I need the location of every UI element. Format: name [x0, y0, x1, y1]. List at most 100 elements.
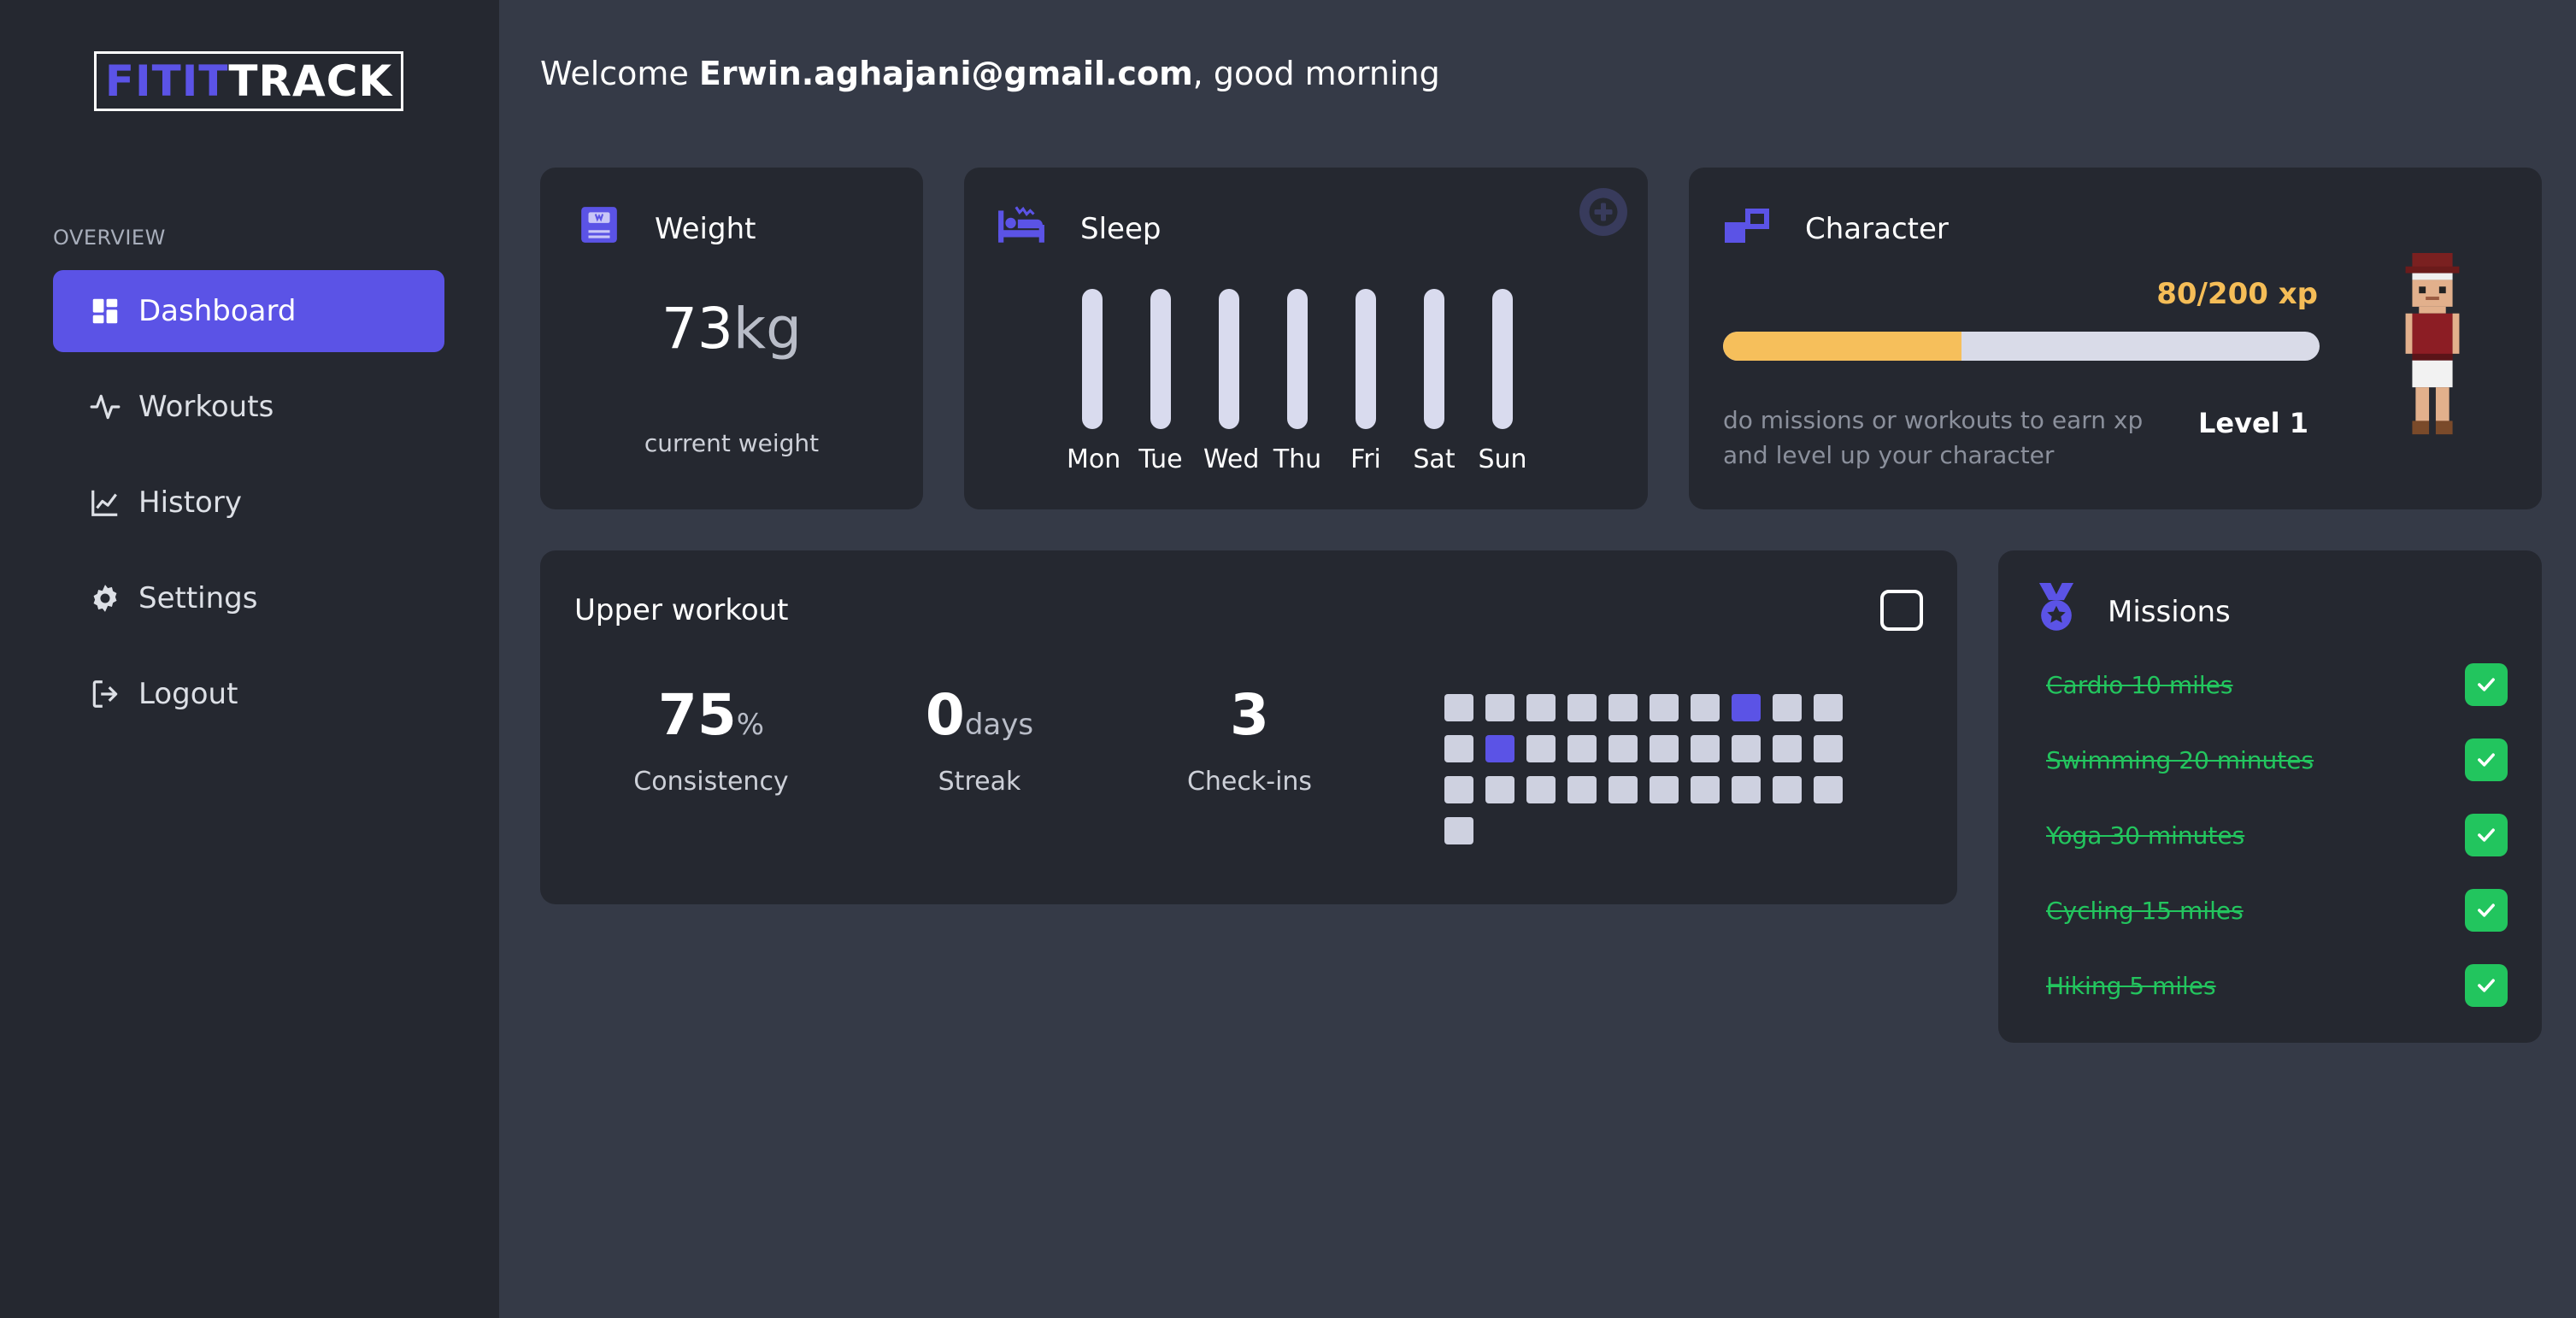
sleep-bar: [1356, 289, 1376, 429]
sleep-day-fri[interactable]: Fri: [1340, 289, 1391, 474]
sidebar-item-settings[interactable]: Settings: [53, 557, 444, 639]
activity-icon: [87, 389, 123, 425]
calendar-cell[interactable]: [1691, 694, 1720, 721]
mission-checkbox[interactable]: [2465, 663, 2508, 706]
calendar-cell[interactable]: [1609, 694, 1638, 721]
sleep-day-wed[interactable]: Wed: [1203, 289, 1259, 474]
upper-workout-card[interactable]: Upper workout 75% Consistency 0days Stre…: [540, 550, 1957, 904]
calendar-cell[interactable]: [1567, 694, 1597, 721]
sleep-day-mon[interactable]: Mon: [1067, 289, 1121, 474]
calendar-cell[interactable]: [1732, 776, 1761, 803]
calendar-cell[interactable]: [1485, 694, 1514, 721]
weight-title: Weight: [655, 212, 756, 246]
sleep-bar: [1150, 289, 1171, 429]
user-email: Erwin.aghajani@gmail.com: [698, 55, 1193, 92]
mission-item[interactable]: Hiking 5 miles: [2046, 964, 2508, 1007]
mission-item[interactable]: Swimming 20 minutes: [2046, 738, 2508, 781]
mission-label: Yoga 30 minutes: [2046, 821, 2245, 850]
sidebar-item-label: Dashboard: [138, 294, 297, 328]
xp-text: 80/200 xp: [2156, 277, 2318, 311]
sidebar-item-label: Logout: [138, 677, 238, 711]
check-icon: [2478, 828, 2495, 842]
calendar-cell[interactable]: [1567, 735, 1597, 762]
mission-label: Cardio 10 miles: [2046, 670, 2233, 699]
calendar-cell[interactable]: [1650, 776, 1679, 803]
calendar-cell[interactable]: [1773, 694, 1802, 721]
sidebar-item-label: Settings: [138, 581, 258, 615]
character-avatar[interactable]: [2391, 253, 2473, 441]
mission-item[interactable]: Cycling 15 miles: [2046, 889, 2508, 932]
calendar-cell[interactable]: [1773, 735, 1802, 762]
calendar-cell[interactable]: [1650, 694, 1679, 721]
character-card: Character 80/200 xp do missions or worko…: [1689, 168, 2542, 509]
consistency-number: 75: [657, 682, 737, 748]
sleep-bar: [1082, 289, 1103, 429]
calendar-cell[interactable]: [1691, 776, 1720, 803]
calendar-cell[interactable]: [1814, 735, 1843, 762]
missions-card: Missions Cardio 10 miles Swimming 20 min…: [1998, 550, 2542, 1043]
sidebar-item-history[interactable]: History: [53, 462, 444, 544]
app-logo[interactable]: FITIT TRACK: [94, 51, 403, 111]
calendar-cell[interactable]: [1732, 694, 1761, 721]
calendar-cell[interactable]: [1526, 735, 1556, 762]
calendar-cell[interactable]: [1650, 735, 1679, 762]
xp-progress-fill: [1723, 332, 1962, 361]
mission-checkbox[interactable]: [2465, 738, 2508, 781]
mission-checkbox[interactable]: [2465, 814, 2508, 856]
check-icon: [2478, 979, 2495, 992]
plus-icon: [1589, 197, 1618, 227]
checkins-label: Check-ins: [1186, 767, 1313, 797]
sidebar-item-logout[interactable]: Logout: [53, 653, 444, 735]
weight-card[interactable]: Weight 73kg current weight: [540, 168, 923, 509]
mission-checkbox[interactable]: [2465, 889, 2508, 932]
check-icon: [2478, 903, 2495, 917]
workout-checkin-checkbox[interactable]: [1880, 590, 1923, 631]
weight-unit: kg: [732, 296, 803, 362]
calendar-cell[interactable]: [1444, 776, 1473, 803]
sleep-day-tue[interactable]: Tue: [1135, 289, 1186, 474]
sidebar-item-dashboard[interactable]: Dashboard: [53, 270, 444, 352]
calendar-cell[interactable]: [1526, 776, 1556, 803]
mission-item[interactable]: Yoga 30 minutes: [2046, 814, 2508, 856]
calendar-cell[interactable]: [1444, 817, 1473, 844]
sleep-day-label: Thu: [1273, 444, 1322, 474]
consistency-value: 75%: [600, 682, 822, 748]
calendar-cell[interactable]: [1485, 776, 1514, 803]
calendar-cell[interactable]: [1485, 735, 1514, 762]
add-sleep-button[interactable]: [1579, 188, 1627, 236]
sleep-bar: [1492, 289, 1513, 429]
logout-icon: [87, 676, 123, 712]
streak-suffix: days: [964, 708, 1034, 742]
sleep-chart: Mon Tue Wed Thu Fri Sat Sun: [1067, 289, 1648, 477]
scale-icon: [578, 203, 620, 250]
mission-item[interactable]: Cardio 10 miles: [2046, 663, 2508, 706]
calendar-cell[interactable]: [1814, 776, 1843, 803]
sleep-card: Sleep Mon Tue Wed Thu Fri Sat Sun: [964, 168, 1648, 509]
calendar-cell[interactable]: [1526, 694, 1556, 721]
sleep-day-sun[interactable]: Sun: [1477, 289, 1528, 474]
weight-value: 73kg: [540, 296, 923, 362]
weight-label: current weight: [644, 429, 820, 457]
calendar-cell[interactable]: [1444, 694, 1473, 721]
calendar-cell[interactable]: [1609, 776, 1638, 803]
nav-heading: OVERVIEW: [53, 226, 166, 250]
sleep-title: Sleep: [1080, 212, 1162, 246]
calendar-cell[interactable]: [1567, 776, 1597, 803]
mission-checkbox[interactable]: [2465, 964, 2508, 1007]
sidebar-item-label: Workouts: [138, 390, 274, 424]
workout-title: Upper workout: [574, 593, 789, 627]
streak-value: 0days: [868, 682, 1091, 748]
consistency-stat: 75% Consistency: [600, 682, 822, 797]
calendar-cell[interactable]: [1691, 735, 1720, 762]
sleep-day-thu[interactable]: Thu: [1272, 289, 1323, 474]
sleep-day-label: Mon: [1067, 444, 1121, 474]
calendar-cell[interactable]: [1732, 735, 1761, 762]
calendar-cell[interactable]: [1814, 694, 1843, 721]
sidebar-item-workouts[interactable]: Workouts: [53, 366, 444, 448]
check-icon: [2478, 753, 2495, 767]
calendar-cell[interactable]: [1444, 735, 1473, 762]
sleep-day-sat[interactable]: Sat: [1409, 289, 1460, 474]
streak-number: 0: [925, 682, 965, 748]
calendar-cell[interactable]: [1609, 735, 1638, 762]
calendar-cell[interactable]: [1773, 776, 1802, 803]
